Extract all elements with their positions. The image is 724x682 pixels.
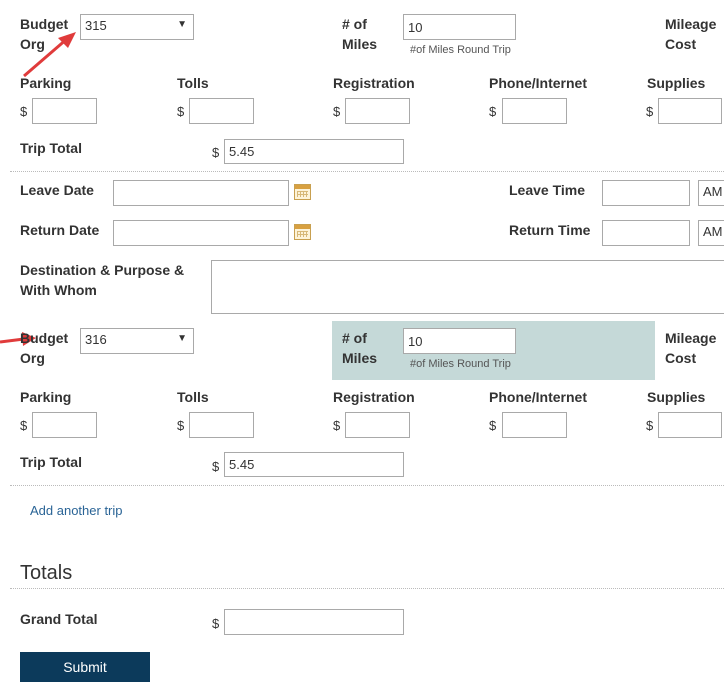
supplies-input[interactable] <box>658 98 722 124</box>
destination-textarea[interactable] <box>211 260 724 314</box>
return-ampm-select[interactable]: AM <box>698 220 724 246</box>
leave-date-label: Leave Date <box>20 182 94 198</box>
miles-label: # of Miles <box>342 16 378 52</box>
calendar-icon[interactable] <box>294 224 311 240</box>
miles-hint: #of Miles Round Trip <box>410 358 511 370</box>
tolls-input[interactable] <box>189 412 254 438</box>
parking-input[interactable] <box>32 98 97 124</box>
ampm-value: AM <box>703 184 723 199</box>
currency-symbol: $ <box>212 145 220 160</box>
mileage-cost-label: Mileage Cost <box>665 330 717 366</box>
supplies-label: Supplies <box>647 75 706 91</box>
currency-symbol: $ <box>489 104 497 119</box>
section-divider <box>10 588 724 589</box>
budget-org-select[interactable]: 316 ▼ <box>80 328 194 354</box>
currency-symbol: $ <box>20 104 28 119</box>
currency-symbol: $ <box>177 418 185 433</box>
tolls-input[interactable] <box>189 98 254 124</box>
submit-button[interactable]: Submit <box>20 652 150 682</box>
budget-org-selected-value: 315 <box>85 18 107 33</box>
tolls-label: Tolls <box>177 75 209 91</box>
mileage-cost-label: Mileage Cost <box>665 16 717 52</box>
miles-input[interactable] <box>403 14 516 40</box>
registration-input[interactable] <box>345 412 410 438</box>
parking-label: Parking <box>20 75 72 91</box>
phone-internet-input[interactable] <box>502 98 567 124</box>
currency-symbol: $ <box>212 459 220 474</box>
return-time-input[interactable] <box>602 220 690 246</box>
leave-time-input[interactable] <box>602 180 690 206</box>
leave-ampm-select[interactable]: AM <box>698 180 724 206</box>
add-another-trip-link[interactable]: Add another trip <box>30 503 123 518</box>
tolls-label: Tolls <box>177 389 209 405</box>
currency-symbol: $ <box>333 418 341 433</box>
trip-total-input[interactable] <box>224 139 404 164</box>
miles-input[interactable] <box>403 328 516 354</box>
currency-symbol: $ <box>646 104 654 119</box>
grand-total-label: Grand Total <box>20 611 98 627</box>
currency-symbol: $ <box>20 418 28 433</box>
currency-symbol: $ <box>489 418 497 433</box>
leave-time-label: Leave Time <box>509 182 586 198</box>
trip-total-label: Trip Total <box>20 140 82 156</box>
ampm-value: AM <box>703 224 723 239</box>
budget-org-selected-value: 316 <box>85 332 107 347</box>
parking-label: Parking <box>20 389 72 405</box>
budget-org-select[interactable]: 315 ▼ <box>80 14 194 40</box>
miles-label: # of Miles <box>342 330 378 366</box>
miles-hint: #of Miles Round Trip <box>410 44 511 56</box>
phone-internet-input[interactable] <box>502 412 567 438</box>
registration-label: Registration <box>333 75 415 91</box>
destination-label: Destination & Purpose & With Whom <box>20 262 185 298</box>
phone-internet-label: Phone/Internet <box>489 75 588 91</box>
dropdown-arrow-icon: ▼ <box>177 19 187 30</box>
currency-symbol: $ <box>333 104 341 119</box>
totals-heading: Totals <box>20 562 73 584</box>
return-date-label: Return Date <box>20 222 100 238</box>
supplies-input[interactable] <box>658 412 722 438</box>
section-divider <box>10 171 724 172</box>
registration-label: Registration <box>333 389 415 405</box>
leave-date-input[interactable] <box>113 180 289 206</box>
dropdown-arrow-icon: ▼ <box>177 333 187 344</box>
phone-internet-label: Phone/Internet <box>489 389 588 405</box>
currency-symbol: $ <box>177 104 185 119</box>
trip-total-label: Trip Total <box>20 454 82 470</box>
currency-symbol: $ <box>646 418 654 433</box>
calendar-icon[interactable] <box>294 184 311 200</box>
return-date-input[interactable] <box>113 220 289 246</box>
section-divider <box>10 485 724 486</box>
currency-symbol: $ <box>212 616 220 631</box>
budget-org-label: Budget Org <box>20 330 69 366</box>
registration-input[interactable] <box>345 98 410 124</box>
return-time-label: Return Time <box>509 222 591 238</box>
parking-input[interactable] <box>32 412 97 438</box>
trip-total-input[interactable] <box>224 452 404 477</box>
grand-total-input[interactable] <box>224 609 404 635</box>
supplies-label: Supplies <box>647 389 706 405</box>
